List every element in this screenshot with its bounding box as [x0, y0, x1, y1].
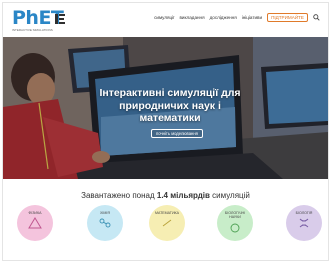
stat-suffix: симуляцій [209, 191, 250, 200]
main-nav: симуляції викладання дослідження ініціат… [154, 13, 320, 22]
category-label: математи­ка [154, 211, 180, 215]
nav-research[interactable]: дослідження [210, 15, 237, 20]
downloads-stat: Завантажено понад 1.4 мільярдів симуляці… [3, 191, 328, 200]
site-header: PhET INTERACTIVE SIMULATIONS симуляції в… [3, 3, 328, 37]
category-label: біологічні науки [224, 211, 246, 220]
molecule-icon [99, 218, 111, 228]
hero-banner: Інтерактивні симуляції для природничих н… [3, 37, 328, 179]
stat-count: 1.4 мільярдів [156, 191, 210, 200]
category-biology[interactable]: біологія [286, 205, 322, 241]
start-simulations-button[interactable]: почніть моделювання [151, 129, 203, 138]
phet-logo[interactable]: PhET INTERACTIVE SIMULATIONS [12, 9, 65, 32]
nav-simulations[interactable]: симуляції [154, 15, 174, 20]
nav-initiatives[interactable]: ініціативи [242, 15, 262, 20]
nav-teaching[interactable]: викладання [179, 15, 204, 20]
category-earth-science[interactable]: біологічні науки [217, 205, 253, 241]
university-logo-icon [55, 14, 65, 24]
logo-subtitle: INTERACTIVE SIMULATIONS [12, 28, 53, 32]
category-physics[interactable]: фізика [17, 205, 53, 241]
hero-title: Інтерактивні симуляції для природничих н… [99, 87, 241, 124]
subject-categories: фізика хімія математи­ка біологічні наук… [3, 205, 328, 260]
category-math[interactable]: математи­ка [149, 205, 185, 241]
search-icon[interactable] [313, 14, 320, 21]
category-label: біологія [295, 211, 313, 215]
earth-icon [230, 223, 240, 233]
category-label: хімія [100, 211, 110, 215]
phet-homepage: PhET INTERACTIVE SIMULATIONS симуляції в… [3, 3, 328, 260]
dna-icon [299, 219, 309, 228]
category-chemistry[interactable]: хімія [87, 205, 123, 241]
triangle-icon [28, 217, 42, 229]
donate-button[interactable]: ПІДТРИМАЙТЕ [267, 13, 308, 22]
stat-prefix: Завантажено понад [81, 191, 157, 200]
math-icon [162, 220, 172, 227]
category-label: фізика [28, 211, 42, 215]
